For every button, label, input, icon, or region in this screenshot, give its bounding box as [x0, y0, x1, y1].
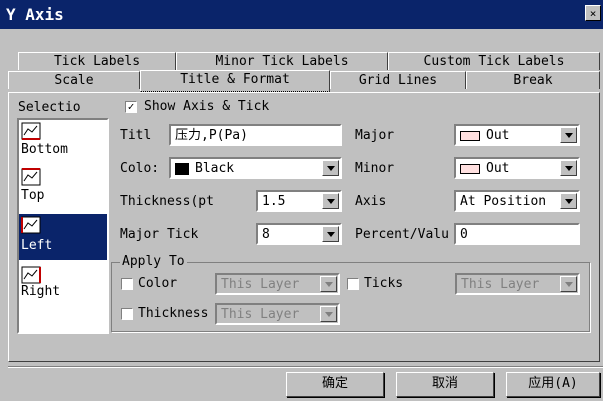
minor-value: Out [486, 161, 510, 176]
tab-custom-tick-labels[interactable]: Custom Tick Labels [388, 52, 600, 70]
percent-label: Percent/Valu [355, 227, 449, 242]
major-value: Out [486, 128, 510, 143]
show-axis-label: Show Axis & Tick [144, 99, 270, 114]
axis-value: At Position [460, 194, 547, 209]
chevron-down-icon[interactable] [560, 193, 577, 209]
chevron-down-icon[interactable] [560, 160, 577, 176]
list-item-label: Top [21, 188, 45, 203]
percent-input[interactable]: 0 [454, 223, 580, 245]
chevron-down-icon[interactable] [322, 160, 339, 176]
tab-label: Custom Tick Labels [423, 54, 565, 69]
major-dropdown[interactable]: Out [454, 124, 580, 146]
axis-label: Axis [355, 194, 387, 209]
apply-thickness-dropdown[interactable]: This Layer [215, 303, 340, 325]
chevron-down-icon[interactable] [560, 127, 577, 143]
axis-icon [21, 216, 41, 234]
major-tick-value: 8 [262, 227, 270, 242]
list-item-label: Right [21, 284, 61, 299]
ok-button[interactable]: 确定 [286, 372, 384, 397]
axis-icon [21, 266, 41, 284]
chevron-down-icon[interactable] [320, 276, 337, 292]
title-value: 压力,P(Pa) [175, 128, 248, 143]
tab-label: Scale [54, 73, 94, 88]
axis-dropdown[interactable]: At Position [454, 190, 580, 212]
tick-direction-icon [460, 164, 480, 174]
minor-dropdown[interactable]: Out [454, 157, 580, 179]
tab-break[interactable]: Break [466, 71, 600, 89]
apply-ticks-label: Ticks [364, 276, 404, 291]
major-label: Major [355, 128, 395, 143]
tab-title-format[interactable]: Title & Format [140, 70, 330, 92]
chevron-down-icon[interactable] [320, 306, 337, 322]
window-title: Y Axis [6, 5, 64, 24]
list-item-right[interactable]: Right [19, 264, 107, 310]
list-item-bottom[interactable]: Bottom [19, 120, 107, 166]
tab-label: Title & Format [180, 72, 290, 87]
color-dropdown[interactable]: Black [169, 157, 342, 179]
list-item-left[interactable]: Left [19, 214, 107, 260]
color-swatch [175, 163, 189, 175]
apply-color-checkbox[interactable] [121, 278, 133, 290]
apply-ticks-checkbox[interactable] [347, 278, 359, 290]
apply-color-label: Color [138, 276, 178, 291]
tab-label: Break [513, 73, 553, 88]
close-button[interactable]: × [585, 5, 601, 21]
minor-label: Minor [355, 161, 395, 176]
tab-label: Tick Labels [53, 54, 141, 69]
apply-ticks-dropdown[interactable]: This Layer [455, 273, 580, 295]
title-bar: Y Axis [0, 0, 603, 29]
major-tick-label: Major Tick [120, 227, 199, 242]
tab-tick-labels[interactable]: Tick Labels [18, 52, 176, 70]
apply-thickness-label: Thickness [138, 306, 209, 321]
apply-thickness-value: This Layer [221, 307, 300, 322]
color-value: Black [195, 161, 235, 176]
tab-label: Minor Tick Labels [215, 54, 349, 69]
chevron-down-icon[interactable] [322, 193, 339, 209]
apply-color-value: This Layer [221, 277, 300, 292]
percent-value: 0 [460, 227, 468, 242]
tab-minor-tick-labels[interactable]: Minor Tick Labels [176, 52, 388, 70]
title-input[interactable]: 压力,P(Pa) [169, 124, 342, 146]
title-label: Titl [120, 128, 152, 143]
cancel-button[interactable]: 取消 [396, 372, 494, 397]
tick-direction-icon [460, 131, 480, 141]
tab-label: Grid Lines [358, 73, 438, 88]
tab-scale[interactable]: Scale [8, 71, 140, 89]
axis-icon [21, 122, 41, 140]
apply-button[interactable]: 应用(A) [506, 372, 600, 397]
list-item-top[interactable]: Top [19, 166, 107, 212]
chevron-down-icon[interactable] [560, 276, 577, 292]
chevron-down-icon[interactable] [322, 226, 339, 242]
thickness-dropdown[interactable]: 1.5 [256, 190, 342, 212]
list-item-label: Bottom [21, 142, 68, 157]
close-icon: × [589, 7, 597, 20]
apply-to-label: Apply To [120, 254, 187, 269]
major-tick-dropdown[interactable]: 8 [256, 223, 342, 245]
apply-ticks-value: This Layer [461, 277, 540, 292]
axis-icon [21, 168, 41, 186]
list-item-label: Left [21, 238, 53, 253]
color-label: Colo: [120, 161, 160, 176]
selection-label: Selectio [18, 100, 81, 115]
selection-list[interactable]: Bottom Top Left Right [17, 118, 109, 334]
thickness-label: Thickness(pt [120, 194, 214, 209]
separator [8, 367, 603, 368]
tab-grid-lines[interactable]: Grid Lines [330, 71, 466, 89]
show-axis-checkbox[interactable]: ✓ [125, 101, 137, 113]
apply-color-dropdown[interactable]: This Layer [215, 273, 340, 295]
thickness-value: 1.5 [262, 194, 286, 209]
apply-thickness-checkbox[interactable] [121, 308, 133, 320]
